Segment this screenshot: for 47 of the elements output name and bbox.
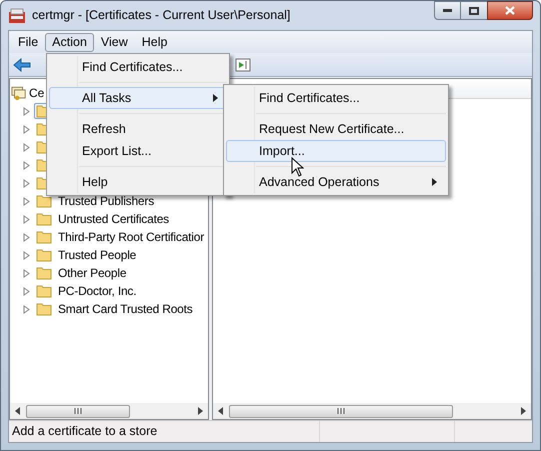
menu-item[interactable]: Import... [226,140,446,162]
panel-toggle-icon[interactable] [235,58,251,72]
maximize-button[interactable] [461,1,487,20]
tree-item[interactable]: Third-Party Root Certificatior [58,228,204,246]
window-title: certmgr - [Certificates - Current User\Personal] [32,7,292,24]
menu-bar-item[interactable]: Action [45,32,94,52]
minimize-button[interactable] [434,1,461,20]
menu-item[interactable]: Help [49,171,227,193]
tree-item[interactable]: PC-Doctor, Inc. [58,282,136,300]
horizontal-scrollbar[interactable] [213,403,531,419]
menu-item[interactable]: Request New Certificate... [226,118,446,140]
menu-item[interactable]: Advanced Operations [226,171,446,193]
grip-icon [74,408,82,414]
tree-item[interactable]: Other People [58,264,126,282]
tree-item[interactable]: Untrusted Certificates [58,210,169,228]
tree-item[interactable]: Ce [29,84,44,102]
submenu-arrow-icon [213,94,218,102]
tree-item[interactable]: Trusted People [58,246,136,264]
close-button[interactable] [487,1,533,20]
folder-icon [36,266,52,280]
folder-icon [36,212,52,226]
folder-icon [36,284,52,298]
menu-bar-item[interactable]: Help [134,32,174,52]
scrollbar-thumb[interactable] [229,404,453,418]
mouse-cursor-icon [291,157,304,177]
folder-icon [36,248,52,262]
minimize-icon [443,9,452,12]
menu-item[interactable]: Export List... [49,140,227,162]
menu-item[interactable]: Find Certificates... [226,87,446,109]
folder-icon [36,230,52,244]
folder-icon [36,302,52,316]
back-arrow-icon[interactable] [13,58,31,72]
tree-item[interactable]: Smart Card Trusted Roots [58,300,193,318]
menu-bar-item[interactable]: File [11,32,46,52]
menu-item[interactable]: Refresh [49,118,227,140]
maximize-icon [469,6,479,14]
certificates-icon [11,86,27,100]
scrollbar-thumb[interactable] [26,404,130,418]
horizontal-scrollbar[interactable] [10,403,208,419]
grip-icon [337,408,345,414]
menu-bar-item[interactable]: View [94,32,135,52]
certificate-app-icon [8,8,26,24]
close-icon [505,6,515,15]
tree-item[interactable]: Trusted Publishers [58,192,154,210]
submenu-arrow-icon [432,178,437,186]
folder-icon [36,194,52,208]
status-bar-text: Add a certificate to a store [11,423,158,440]
